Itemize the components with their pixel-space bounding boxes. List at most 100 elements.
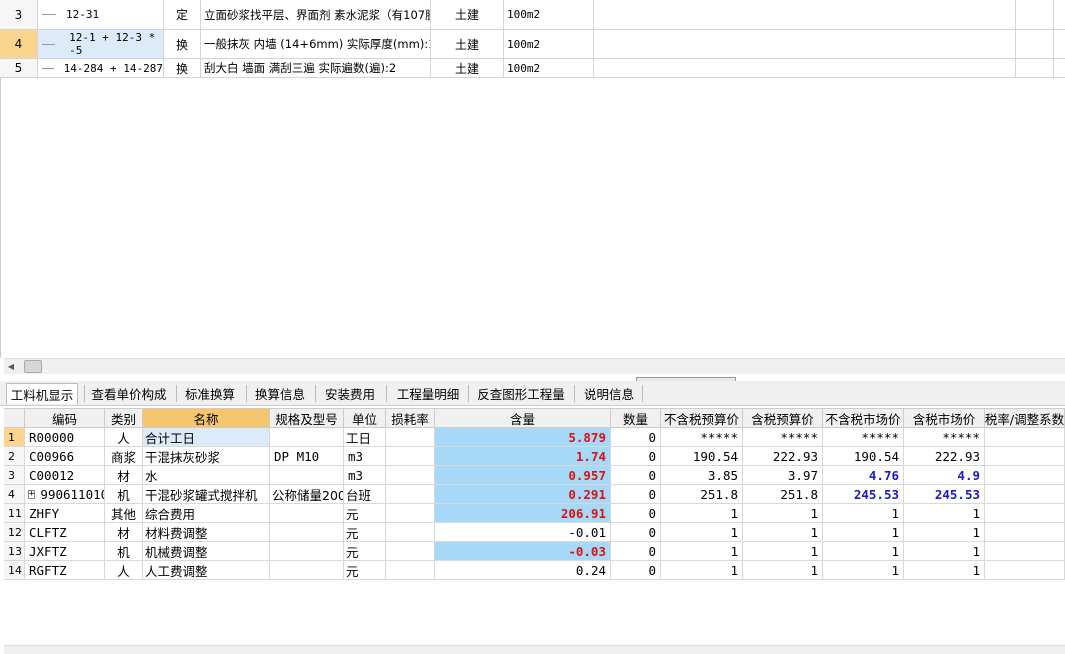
item-row-4[interactable]: 4 12-1 + 12-3 * -5 换 一般抹灰 内墙 (14+6mm) 实际… — [0, 30, 1065, 59]
material-loss-rate[interactable] — [386, 466, 435, 484]
market-price-excl-tax[interactable]: 1 — [823, 542, 904, 560]
col-header-unit[interactable]: 单位 — [344, 409, 386, 427]
table-row[interactable]: 12 CLFTZ 材 材料费调整 元 -0.01 0 1 1 1 1 — [4, 523, 1065, 542]
table-row[interactable]: 1 R00000 人 合计工日 工日 5.879 0 ***** ***** *… — [4, 428, 1065, 447]
material-spec[interactable]: 公称储量200 — [270, 485, 344, 503]
market-price-incl-tax[interactable]: 1 — [904, 523, 985, 541]
material-unit[interactable]: 台班 — [344, 485, 386, 503]
material-category[interactable]: 机 — [105, 485, 143, 503]
tab-reverse-lookup[interactable]: 反查图形工程量 — [474, 383, 568, 404]
col-header-loss-rate[interactable]: 损耗率 — [386, 409, 435, 427]
tab-conversion-info[interactable]: 换算信息 — [250, 383, 310, 404]
tax-rate[interactable] — [985, 466, 1065, 484]
budget-price-incl-tax[interactable]: 1 — [743, 542, 823, 560]
budget-price-incl-tax[interactable]: 1 — [743, 523, 823, 541]
market-price-incl-tax[interactable]: 222.93 — [904, 447, 985, 465]
tax-rate[interactable] — [985, 485, 1065, 503]
material-name[interactable]: 人工费调整 — [143, 561, 270, 579]
col-header-category[interactable]: 类别 — [105, 409, 143, 427]
material-spec[interactable] — [270, 428, 344, 446]
market-price-incl-tax[interactable]: 1 — [904, 504, 985, 522]
budget-price-incl-tax[interactable]: 3.97 — [743, 466, 823, 484]
col-header-market-price-excl-tax[interactable]: 不含税市场价 — [823, 409, 904, 427]
budget-price-excl-tax[interactable]: ***** — [661, 428, 743, 446]
material-loss-rate[interactable] — [386, 542, 435, 560]
budget-price-excl-tax[interactable]: 3.85 — [661, 466, 743, 484]
material-category[interactable]: 机 — [105, 542, 143, 560]
item-description[interactable]: 一般抹灰 内墙 (14+6mm) 实际厚度(mm):15 — [201, 30, 431, 58]
material-code[interactable]: C00966 — [25, 447, 105, 465]
market-price-incl-tax[interactable]: 1 — [904, 561, 985, 579]
tax-rate[interactable] — [985, 561, 1065, 579]
tax-rate[interactable] — [985, 523, 1065, 541]
budget-price-excl-tax[interactable]: 1 — [661, 542, 743, 560]
col-header-name[interactable]: 名称 — [143, 409, 270, 427]
market-price-excl-tax[interactable]: 245.53 — [823, 485, 904, 503]
market-price-excl-tax[interactable]: 1 — [823, 504, 904, 522]
material-loss-rate[interactable] — [386, 447, 435, 465]
material-loss-rate[interactable] — [386, 504, 435, 522]
item-row-3[interactable]: 3 12-31 定 立面砂浆找平层、界面剂 素水泥浆（有107胶） 土建 100… — [0, 0, 1065, 30]
material-loss-rate[interactable] — [386, 485, 435, 503]
item-code[interactable]: 12-1 + 12-3 * -5 — [38, 30, 164, 58]
material-content[interactable]: 5.879 — [435, 428, 611, 446]
material-unit[interactable]: m3 — [344, 466, 386, 484]
material-content[interactable]: 1.74 — [435, 447, 611, 465]
tab-unit-price[interactable]: 查看单价构成 — [88, 383, 170, 404]
scroll-left-icon[interactable]: ◀ — [6, 360, 16, 373]
tab-description[interactable]: 说明信息 — [580, 383, 638, 404]
table-row[interactable]: 14 RGFTZ 人 人工费调整 元 0.24 0 1 1 1 1 — [4, 561, 1065, 580]
budget-price-excl-tax[interactable]: 1 — [661, 504, 743, 522]
bottom-horizontal-scrollbar[interactable] — [4, 645, 1065, 654]
material-loss-rate[interactable] — [386, 428, 435, 446]
col-header-content[interactable]: 含量 — [435, 409, 611, 427]
col-header-budget-price-incl-tax[interactable]: 含税预算价 — [743, 409, 823, 427]
material-unit[interactable]: 元 — [344, 523, 386, 541]
budget-price-incl-tax[interactable]: 222.93 — [743, 447, 823, 465]
col-header-spec[interactable]: 规格及型号 — [270, 409, 344, 427]
material-code[interactable]: JXFTZ — [25, 542, 105, 560]
material-loss-rate[interactable] — [386, 523, 435, 541]
material-spec[interactable] — [270, 523, 344, 541]
material-content[interactable]: 206.91 — [435, 504, 611, 522]
material-code[interactable]: R00000 — [25, 428, 105, 446]
table-row[interactable]: 3 C00012 材 水 m3 0.957 0 3.85 3.97 4.76 4… — [4, 466, 1065, 485]
material-category[interactable]: 其他 — [105, 504, 143, 522]
tax-rate[interactable] — [985, 447, 1065, 465]
budget-price-excl-tax[interactable]: 251.8 — [661, 485, 743, 503]
table-row[interactable]: 11 ZHFY 其他 综合费用 元 206.91 0 1 1 1 1 — [4, 504, 1065, 523]
material-category[interactable]: 人 — [105, 428, 143, 446]
market-price-incl-tax[interactable]: ***** — [904, 428, 985, 446]
material-content[interactable]: 0.24 — [435, 561, 611, 579]
item-code[interactable]: 12-31 — [38, 0, 164, 29]
material-code[interactable]: C00012 — [25, 466, 105, 484]
material-unit[interactable]: 元 — [344, 504, 386, 522]
item-description[interactable]: 刮大白 墙面 满刮三遍 实际遍数(遍):2 — [201, 59, 431, 77]
tax-rate[interactable] — [985, 542, 1065, 560]
material-name[interactable]: 干混抹灰砂浆 — [143, 447, 270, 465]
budget-price-incl-tax[interactable]: 251.8 — [743, 485, 823, 503]
tab-install-cost[interactable]: 安装费用 — [320, 383, 380, 404]
material-content[interactable]: -0.03 — [435, 542, 611, 560]
market-price-incl-tax[interactable]: 1 — [904, 542, 985, 560]
material-unit[interactable]: 元 — [344, 542, 386, 560]
item-row-5[interactable]: 5 14-284 + 14-287 换 刮大白 墙面 满刮三遍 实际遍数(遍):… — [0, 59, 1065, 78]
budget-price-excl-tax[interactable]: 1 — [661, 561, 743, 579]
material-spec[interactable] — [270, 504, 344, 522]
market-price-incl-tax[interactable]: 245.53 — [904, 485, 985, 503]
material-name[interactable]: 机械费调整 — [143, 542, 270, 560]
budget-price-excl-tax[interactable]: 1 — [661, 523, 743, 541]
material-spec[interactable] — [270, 542, 344, 560]
material-code[interactable]: ZHFY — [25, 504, 105, 522]
tab-quantity-detail[interactable]: 工程量明细 — [392, 383, 464, 404]
material-code[interactable]: CLFTZ — [25, 523, 105, 541]
material-content[interactable]: -0.01 — [435, 523, 611, 541]
market-price-excl-tax[interactable]: 190.54 — [823, 447, 904, 465]
col-header-budget-price-excl-tax[interactable]: 不含税预算价 — [661, 409, 743, 427]
table-row[interactable]: 13 JXFTZ 机 机械费调整 元 -0.03 0 1 1 1 1 — [4, 542, 1065, 561]
budget-price-incl-tax[interactable]: 1 — [743, 561, 823, 579]
item-description[interactable]: 立面砂浆找平层、界面剂 素水泥浆（有107胶） — [201, 0, 431, 29]
budget-price-excl-tax[interactable]: 190.54 — [661, 447, 743, 465]
tax-rate[interactable] — [985, 428, 1065, 446]
tab-standard-conversion[interactable]: 标准换算 — [180, 383, 240, 404]
